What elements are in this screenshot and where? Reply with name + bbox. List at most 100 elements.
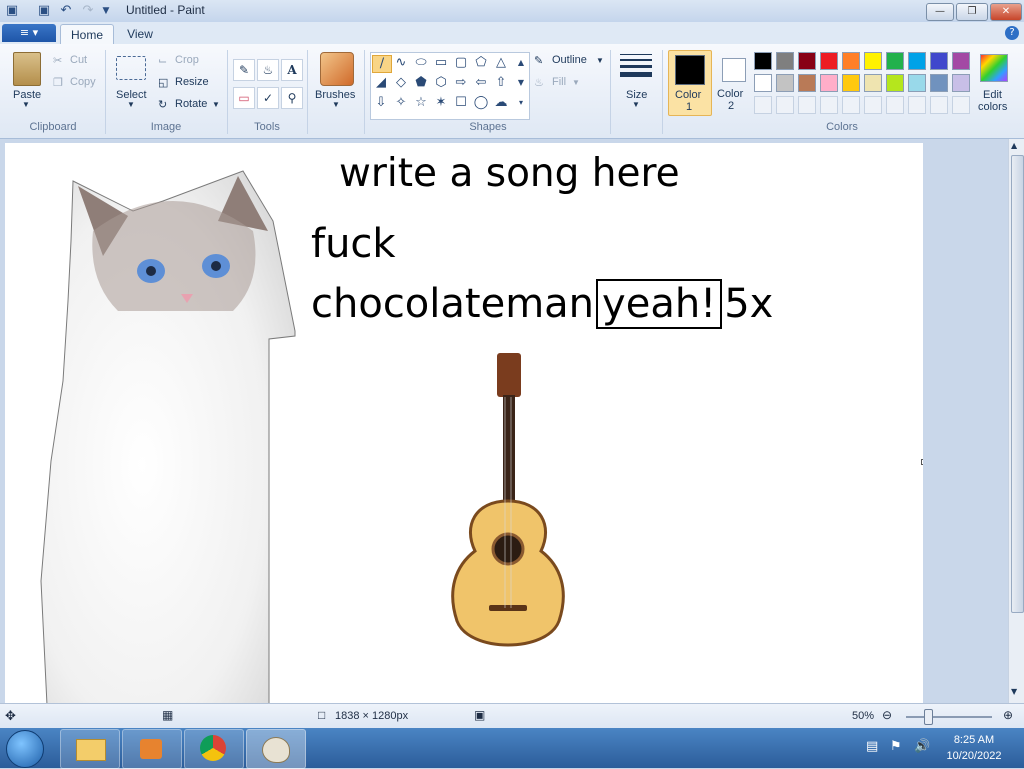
rotate-button[interactable]: Rotate bbox=[175, 98, 207, 110]
line-shape-icon[interactable]: ∕ bbox=[372, 55, 392, 73]
callout-cloud-shape-icon[interactable]: ☁ bbox=[492, 95, 510, 111]
palette-swatch[interactable] bbox=[798, 74, 816, 92]
paste-dropdown-icon[interactable]: ▼ bbox=[22, 100, 30, 109]
resize-button[interactable]: Resize bbox=[175, 76, 209, 88]
palette-swatch[interactable] bbox=[754, 52, 772, 70]
palette-swatch[interactable] bbox=[776, 52, 794, 70]
palette-swatch[interactable] bbox=[908, 74, 926, 92]
palette-swatch[interactable] bbox=[952, 74, 970, 92]
restore-button[interactable]: ❐ bbox=[956, 3, 988, 21]
outline-icon[interactable]: ✎ bbox=[534, 54, 543, 67]
clock[interactable]: 8:25 AM 10/20/2022 bbox=[936, 732, 1012, 764]
palette-swatch[interactable] bbox=[864, 52, 882, 70]
start-button[interactable] bbox=[6, 730, 44, 768]
action-center-icon[interactable]: ⚑ bbox=[890, 739, 902, 754]
paste-icon[interactable] bbox=[13, 52, 41, 86]
scroll-down-icon[interactable]: ▼ bbox=[1011, 687, 1017, 696]
size-dropdown-icon[interactable]: ▼ bbox=[632, 100, 640, 109]
edit-colors-label[interactable]: Edit bbox=[983, 89, 1002, 101]
canvas-resize-handle[interactable] bbox=[921, 459, 923, 465]
brushes-dropdown-icon[interactable]: ▼ bbox=[332, 100, 340, 109]
close-button[interactable]: ✕ bbox=[990, 3, 1022, 21]
four-point-star-shape-icon[interactable]: ✧ bbox=[392, 95, 410, 111]
media-player-taskbar-button[interactable] bbox=[122, 729, 182, 769]
redo-icon[interactable]: ↷ bbox=[80, 3, 96, 19]
paint-menu-button[interactable]: ≡ ▾ bbox=[2, 24, 56, 42]
callout-oval-shape-icon[interactable]: ◯ bbox=[472, 95, 490, 111]
zoom-slider-thumb[interactable] bbox=[924, 709, 933, 725]
callout-rect-shape-icon[interactable]: ☐ bbox=[452, 95, 470, 111]
pencil-icon[interactable]: ✎ bbox=[233, 59, 255, 81]
palette-swatch[interactable] bbox=[776, 74, 794, 92]
resize-icon[interactable]: ◱ bbox=[158, 76, 168, 89]
zoom-slider[interactable] bbox=[906, 716, 992, 718]
fill-button[interactable]: Fill bbox=[552, 76, 566, 88]
right-triangle-shape-icon[interactable]: ◢ bbox=[372, 75, 390, 91]
tab-view[interactable]: View bbox=[118, 24, 162, 44]
text-icon[interactable]: A bbox=[281, 59, 303, 81]
custom-color-slot[interactable] bbox=[798, 96, 816, 114]
outline-button[interactable]: Outline bbox=[552, 54, 587, 66]
copy-button[interactable]: Copy bbox=[70, 76, 96, 88]
six-point-star-shape-icon[interactable]: ✶ bbox=[432, 95, 450, 111]
five-point-star-shape-icon[interactable]: ☆ bbox=[412, 95, 430, 111]
left-arrow-shape-icon[interactable]: ⇦ bbox=[472, 75, 490, 91]
drawing-canvas[interactable]: write a song here fuck chocolateman yeah!… bbox=[5, 143, 923, 703]
down-arrow-shape-icon[interactable]: ⇩ bbox=[372, 95, 390, 111]
rectangle-shape-icon[interactable]: ▭ bbox=[432, 55, 450, 71]
shapes-scroll-down-icon[interactable]: ▼ bbox=[512, 75, 530, 91]
custom-color-slot[interactable] bbox=[776, 96, 794, 114]
palette-swatch[interactable] bbox=[798, 52, 816, 70]
save-icon[interactable]: ▣ bbox=[36, 3, 52, 19]
hexagon-shape-icon[interactable]: ⬡ bbox=[432, 75, 450, 91]
magnifier-icon[interactable]: ⚲ bbox=[281, 87, 303, 109]
oval-shape-icon[interactable]: ⬭ bbox=[412, 55, 430, 71]
palette-swatch[interactable] bbox=[864, 74, 882, 92]
paint-taskbar-button[interactable] bbox=[246, 729, 306, 769]
palette-swatch[interactable] bbox=[886, 52, 904, 70]
chrome-taskbar-button[interactable] bbox=[184, 729, 244, 769]
palette-swatch[interactable] bbox=[754, 74, 772, 92]
polygon-shape-icon[interactable]: ⬠ bbox=[472, 55, 490, 71]
color2-button[interactable]: Color 2 bbox=[714, 50, 754, 114]
select-icon[interactable] bbox=[116, 56, 146, 80]
help-icon[interactable]: ? bbox=[1005, 26, 1019, 40]
color1-button[interactable]: Color 1 bbox=[668, 50, 712, 116]
shapes-expand-icon[interactable]: ▾ bbox=[512, 95, 530, 111]
palette-swatch[interactable] bbox=[886, 74, 904, 92]
minimize-button[interactable]: — bbox=[926, 3, 954, 21]
brushes-icon[interactable] bbox=[320, 52, 354, 86]
cut-icon[interactable]: ✂ bbox=[53, 54, 62, 67]
palette-swatch[interactable] bbox=[930, 52, 948, 70]
palette-swatch[interactable] bbox=[842, 52, 860, 70]
palette-swatch[interactable] bbox=[908, 52, 926, 70]
curve-shape-icon[interactable]: ∿ bbox=[392, 55, 410, 71]
rotate-icon[interactable]: ↻ bbox=[158, 98, 167, 111]
palette-swatch[interactable] bbox=[820, 52, 838, 70]
crop-icon[interactable]: ⌙ bbox=[158, 54, 167, 67]
fill-shape-icon[interactable]: ♨ bbox=[534, 76, 544, 89]
custom-color-slot[interactable] bbox=[908, 96, 926, 114]
cut-button[interactable]: Cut bbox=[70, 54, 87, 66]
color-picker-icon[interactable]: ✓ bbox=[257, 87, 279, 109]
up-arrow-shape-icon[interactable]: ⇧ bbox=[492, 75, 510, 91]
crop-button[interactable]: Crop bbox=[175, 54, 199, 66]
size-icon[interactable] bbox=[620, 54, 652, 77]
fill-dropdown-icon[interactable]: ▼ bbox=[572, 78, 580, 87]
select-dropdown-icon[interactable]: ▼ bbox=[127, 100, 135, 109]
palette-swatch[interactable] bbox=[952, 52, 970, 70]
scroll-up-icon[interactable]: ▲ bbox=[1011, 141, 1017, 150]
right-arrow-shape-icon[interactable]: ⇨ bbox=[452, 75, 470, 91]
palette-swatch[interactable] bbox=[820, 74, 838, 92]
custom-color-slot[interactable] bbox=[820, 96, 838, 114]
custom-color-slot[interactable] bbox=[952, 96, 970, 114]
tab-home[interactable]: Home bbox=[60, 24, 114, 45]
vertical-scrollbar[interactable]: ▲ ▼ bbox=[1008, 139, 1024, 703]
triangle-shape-icon[interactable]: △ bbox=[492, 55, 510, 71]
palette-swatch[interactable] bbox=[930, 74, 948, 92]
edit-colors-label-2[interactable]: colors bbox=[978, 101, 1007, 113]
diamond-shape-icon[interactable]: ◇ bbox=[392, 75, 410, 91]
edit-colors-icon[interactable] bbox=[980, 54, 1008, 82]
network-icon[interactable]: ▤ bbox=[866, 739, 878, 754]
text-selection-box[interactable]: yeah! bbox=[596, 279, 723, 329]
